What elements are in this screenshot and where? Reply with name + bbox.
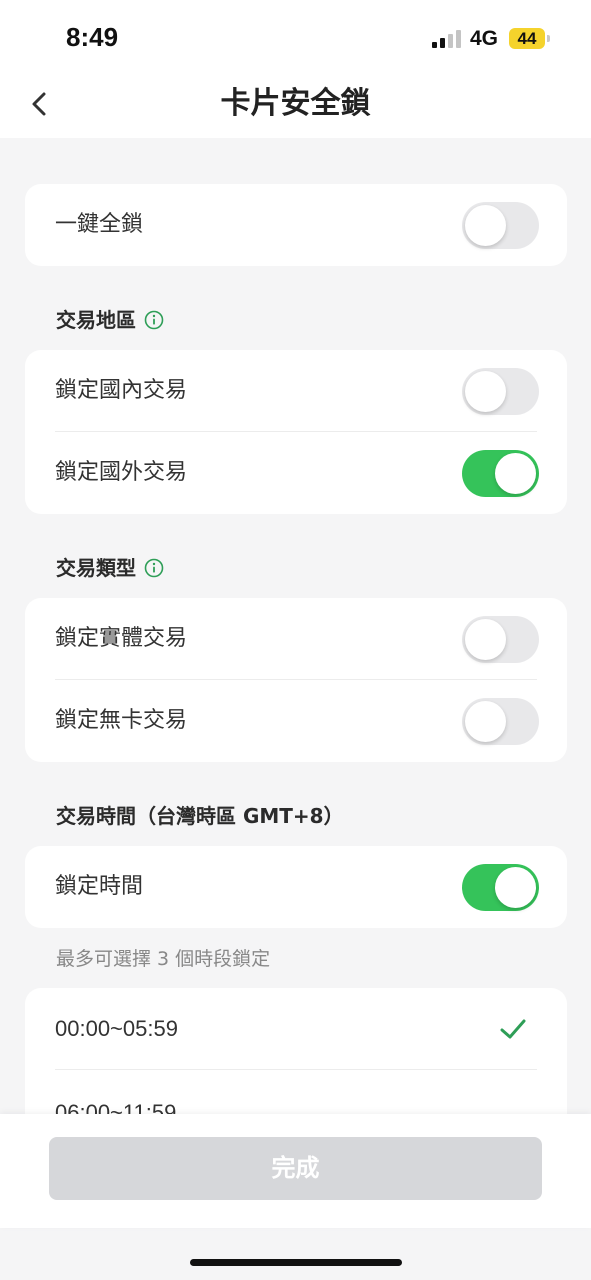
lock-all-toggle[interactable]	[462, 202, 539, 249]
network-label: 4G	[470, 27, 499, 50]
type-section-title: 交易類型	[56, 553, 164, 583]
battery-icon: 44	[509, 28, 550, 49]
domestic-lock-label: 鎖定國內交易	[55, 378, 188, 403]
toggle-knob	[465, 371, 506, 412]
signal-icon	[432, 30, 462, 48]
time-slot-label: 00:00~05:59	[55, 1016, 178, 1041]
status-time: 8:49	[66, 22, 119, 52]
toggle-knob	[495, 867, 536, 908]
done-button[interactable]: 完成	[49, 1137, 542, 1200]
toggle-knob	[465, 619, 506, 660]
battery-level: 44	[517, 29, 537, 48]
type-section-label: 交易類型	[56, 556, 136, 580]
type-card: 鎖定實體交易 鎖定無卡交易	[25, 598, 567, 762]
toggle-knob	[465, 701, 506, 742]
physical-lock-label: 鎖定實體交易	[55, 626, 188, 651]
time-slot-hint: 最多可選擇 3 個時段鎖定	[56, 948, 271, 970]
lock-time-toggle[interactable]	[462, 864, 539, 911]
cardless-lock-toggle[interactable]	[462, 698, 539, 745]
overseas-lock-toggle[interactable]	[462, 450, 539, 497]
region-section-label: 交易地區	[56, 308, 136, 332]
domestic-lock-toggle[interactable]	[462, 368, 539, 415]
info-icon[interactable]	[144, 558, 164, 578]
cardless-lock-label: 鎖定無卡交易	[55, 708, 188, 733]
checkmark-icon	[500, 1019, 526, 1039]
nav-bar: 卡片安全鎖	[0, 70, 591, 138]
status-bar: 8:49 4G 44	[0, 0, 591, 70]
lock-time-row: 鎖定時間	[25, 846, 567, 928]
lock-all-label: 一鍵全鎖	[55, 212, 144, 237]
cardless-lock-row: 鎖定無卡交易	[25, 680, 567, 762]
page-title: 卡片安全鎖	[220, 86, 371, 121]
time-slot-row[interactable]: 00:00~05:59	[25, 988, 567, 1070]
lock-time-card: 鎖定時間	[25, 846, 567, 928]
time-section-title: 交易時間（台灣時區 GMT+8）	[56, 804, 344, 828]
domestic-lock-row: 鎖定國內交易	[25, 350, 567, 432]
physical-lock-row: 鎖定實體交易	[25, 598, 567, 680]
lock-all-card: 一鍵全鎖	[25, 184, 567, 266]
lock-time-label: 鎖定時間	[55, 874, 144, 899]
home-indicator[interactable]	[190, 1259, 402, 1266]
region-card: 鎖定國內交易 鎖定國外交易	[25, 350, 567, 514]
bottom-action-panel: 完成	[0, 1114, 591, 1228]
lock-all-row: 一鍵全鎖	[25, 184, 567, 266]
toggle-knob	[465, 205, 506, 246]
region-section-title: 交易地區	[56, 305, 164, 335]
info-icon[interactable]	[144, 310, 164, 330]
overseas-lock-row: 鎖定國外交易	[25, 432, 567, 514]
toggle-knob	[495, 453, 536, 494]
physical-lock-toggle[interactable]	[462, 616, 539, 663]
overseas-lock-label: 鎖定國外交易	[55, 460, 188, 485]
